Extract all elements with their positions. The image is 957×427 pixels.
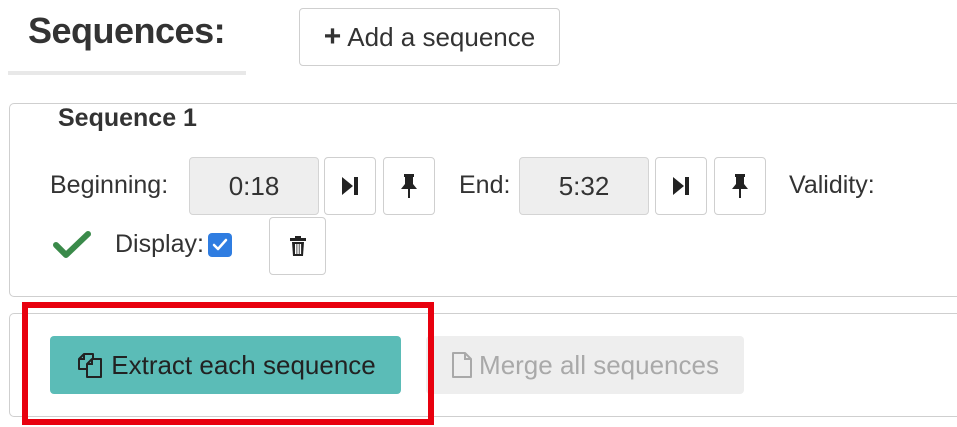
- plus-icon: +: [323, 20, 342, 53]
- add-sequence-label: Add a sequence: [347, 21, 536, 52]
- step-forward-icon: [673, 177, 689, 195]
- validity-label: Validity:: [789, 171, 875, 199]
- sequence-legend: Sequence 1: [48, 104, 205, 133]
- add-sequence-button[interactable]: + Add a sequence: [299, 8, 560, 66]
- end-label: End:: [459, 171, 511, 199]
- display-checkbox[interactable]: [207, 232, 232, 257]
- copy-icon: [78, 353, 103, 378]
- step-forward-icon: [342, 177, 358, 195]
- beginning-set-button[interactable]: [383, 157, 435, 215]
- page-title: Sequences:: [28, 10, 226, 51]
- pin-icon: [732, 174, 748, 198]
- merge-label: Merge all sequences: [479, 349, 719, 380]
- trash-icon: [289, 236, 306, 256]
- end-time-field[interactable]: 5:32: [519, 157, 649, 215]
- merge-sequences-button[interactable]: Merge all sequences: [426, 336, 744, 394]
- file-icon: [452, 352, 473, 378]
- title-underline: [8, 71, 246, 75]
- checkbox-check-icon: [212, 238, 228, 250]
- end-set-button[interactable]: [714, 157, 766, 215]
- extract-label: Extract each sequence: [111, 349, 376, 380]
- display-label: Display:: [115, 230, 204, 258]
- delete-sequence-button[interactable]: [269, 217, 326, 275]
- checkmark-icon: [53, 231, 91, 258]
- end-goto-button[interactable]: [655, 157, 707, 215]
- beginning-time-field[interactable]: 0:18: [189, 157, 319, 215]
- pin-icon: [401, 174, 417, 198]
- beginning-label: Beginning:: [50, 171, 169, 199]
- beginning-goto-button[interactable]: [324, 157, 376, 215]
- display-toggle: Display:: [115, 230, 232, 259]
- extract-sequences-button[interactable]: Extract each sequence: [50, 336, 401, 394]
